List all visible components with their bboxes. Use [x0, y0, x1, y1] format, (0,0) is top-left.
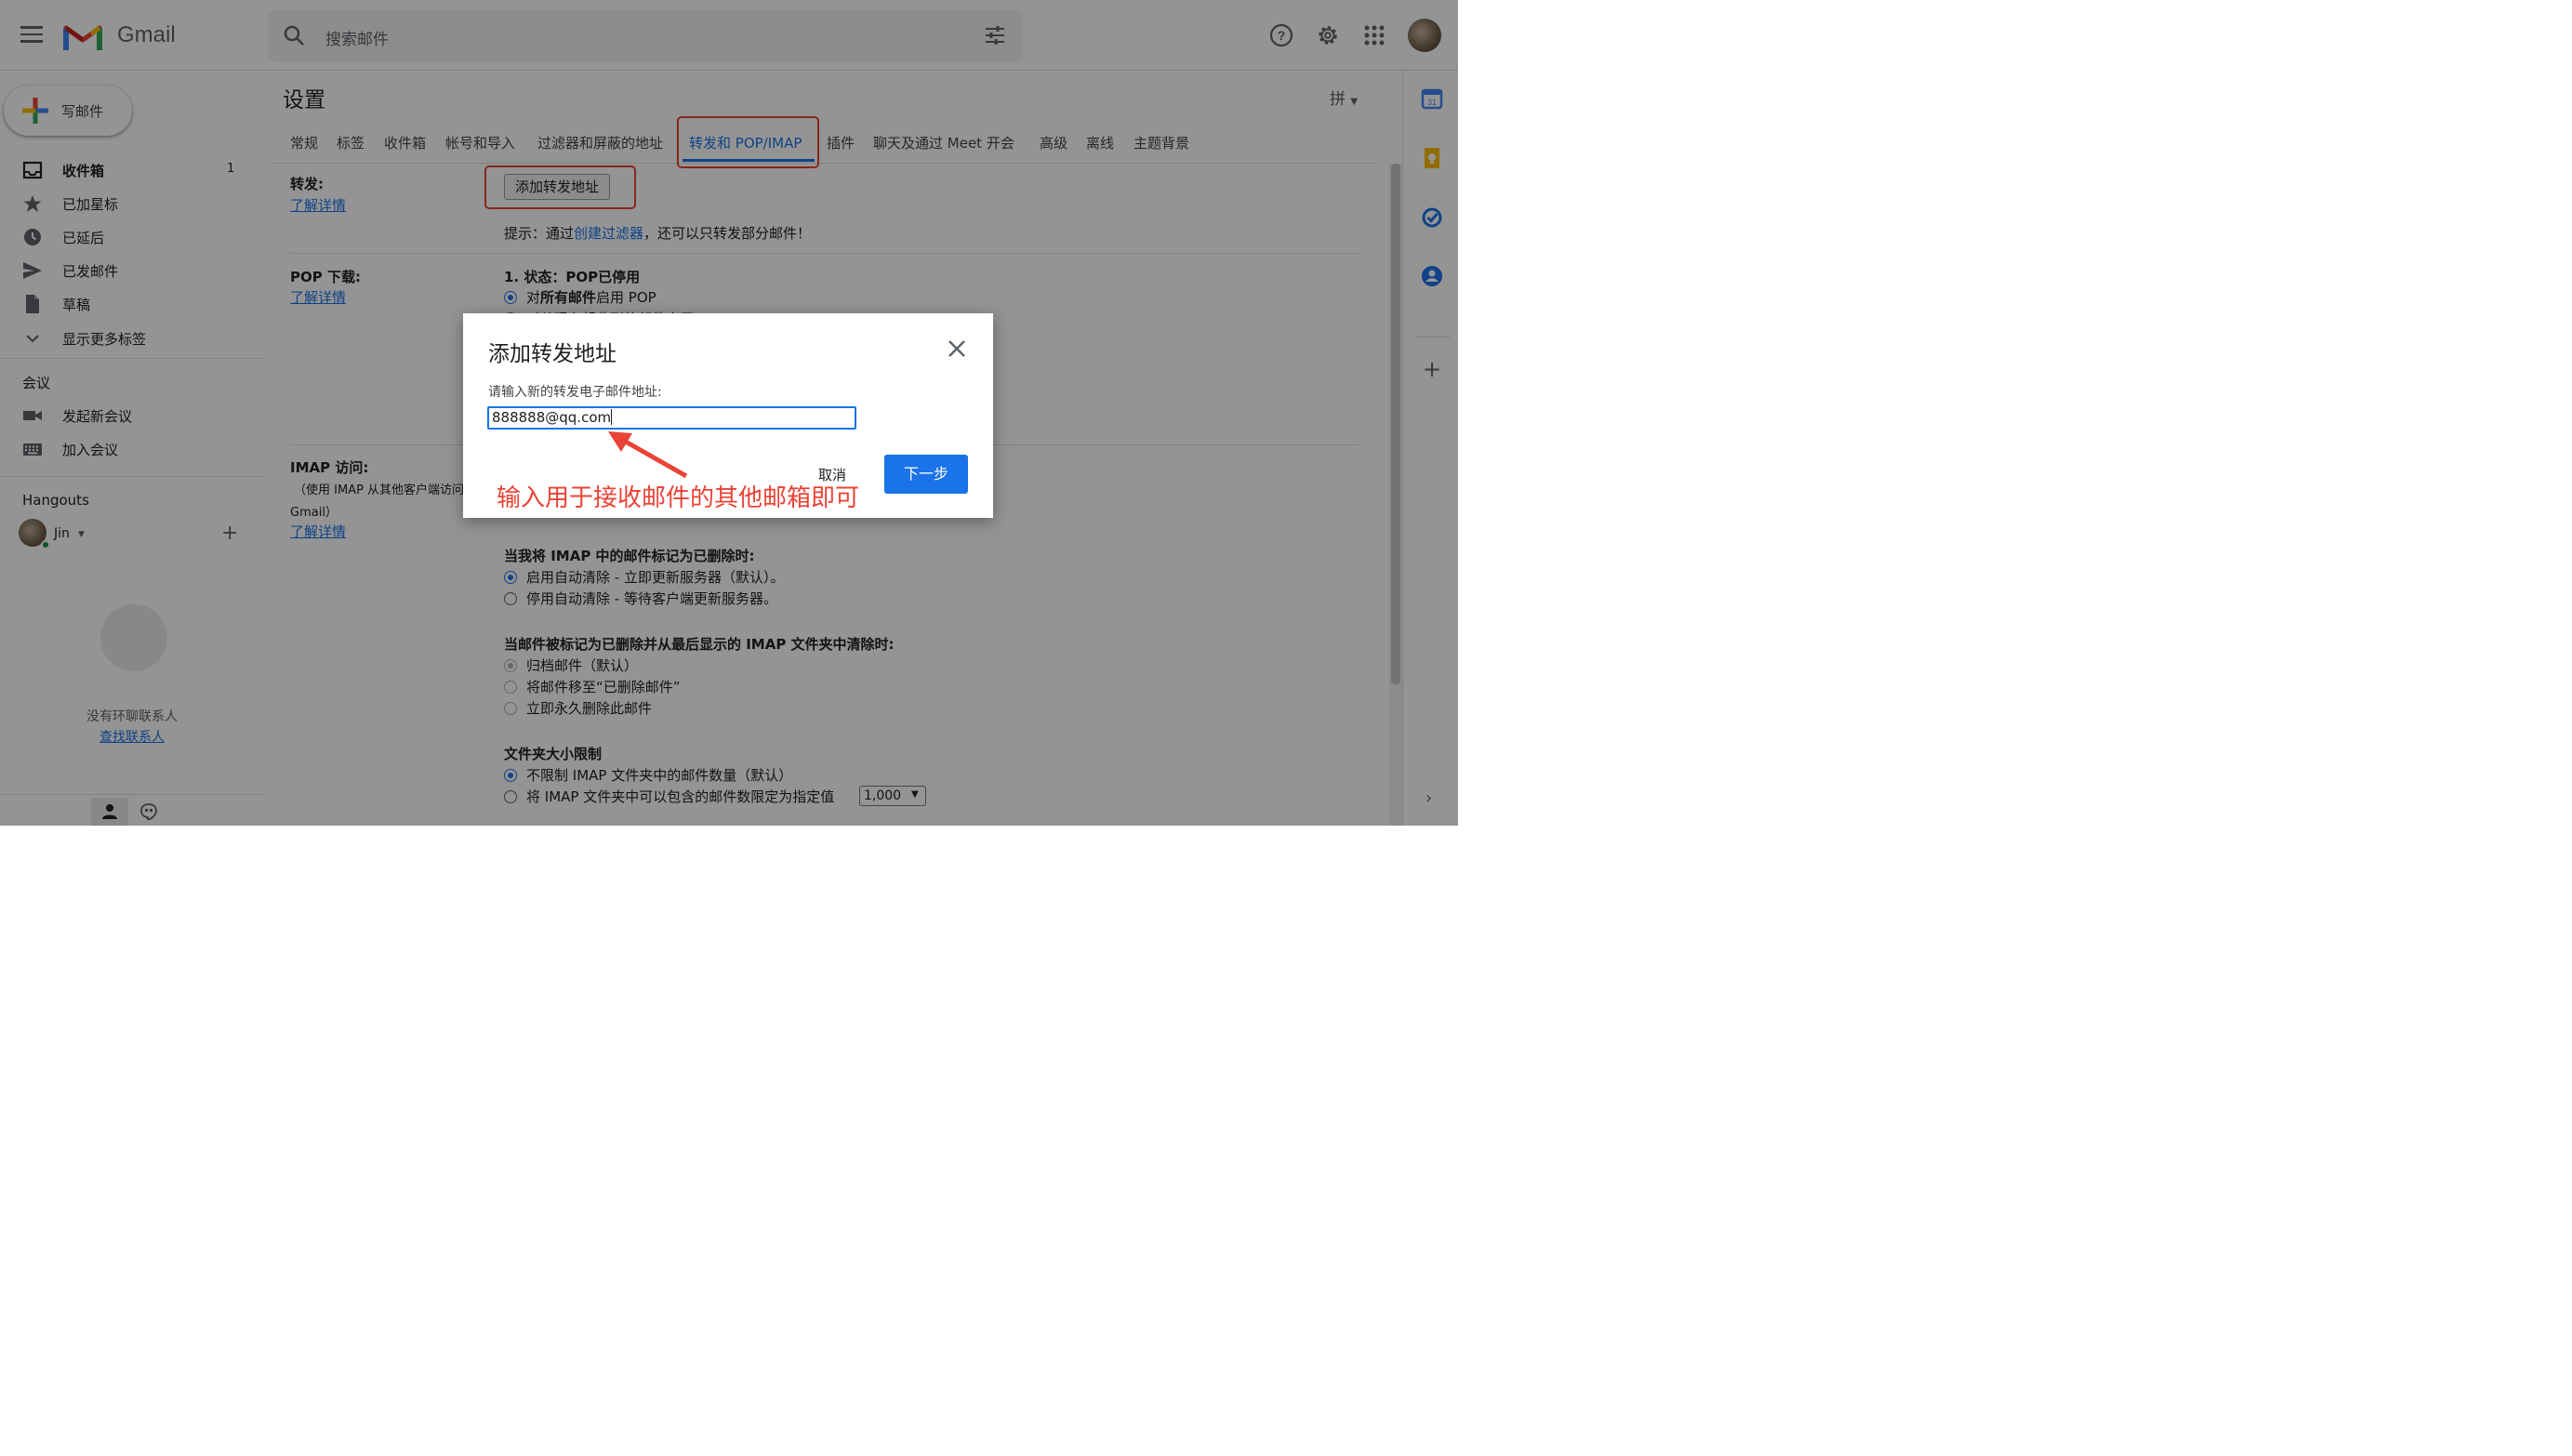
next-button[interactable]: 下一步: [884, 455, 968, 494]
forwarding-email-input[interactable]: 888888@qq.com: [487, 406, 856, 430]
email-input-value: 888888@qq.com: [492, 409, 612, 426]
text-cursor: [611, 409, 613, 425]
annotation-arrow-icon: [608, 431, 688, 479]
annotation-text: 输入用于接收邮件的其他邮箱即可: [497, 484, 860, 512]
dialog-title: 添加转发地址: [488, 342, 616, 366]
dialog-prompt: 请输入新的转发电子邮件地址:: [488, 385, 662, 400]
close-icon[interactable]: [947, 338, 967, 359]
